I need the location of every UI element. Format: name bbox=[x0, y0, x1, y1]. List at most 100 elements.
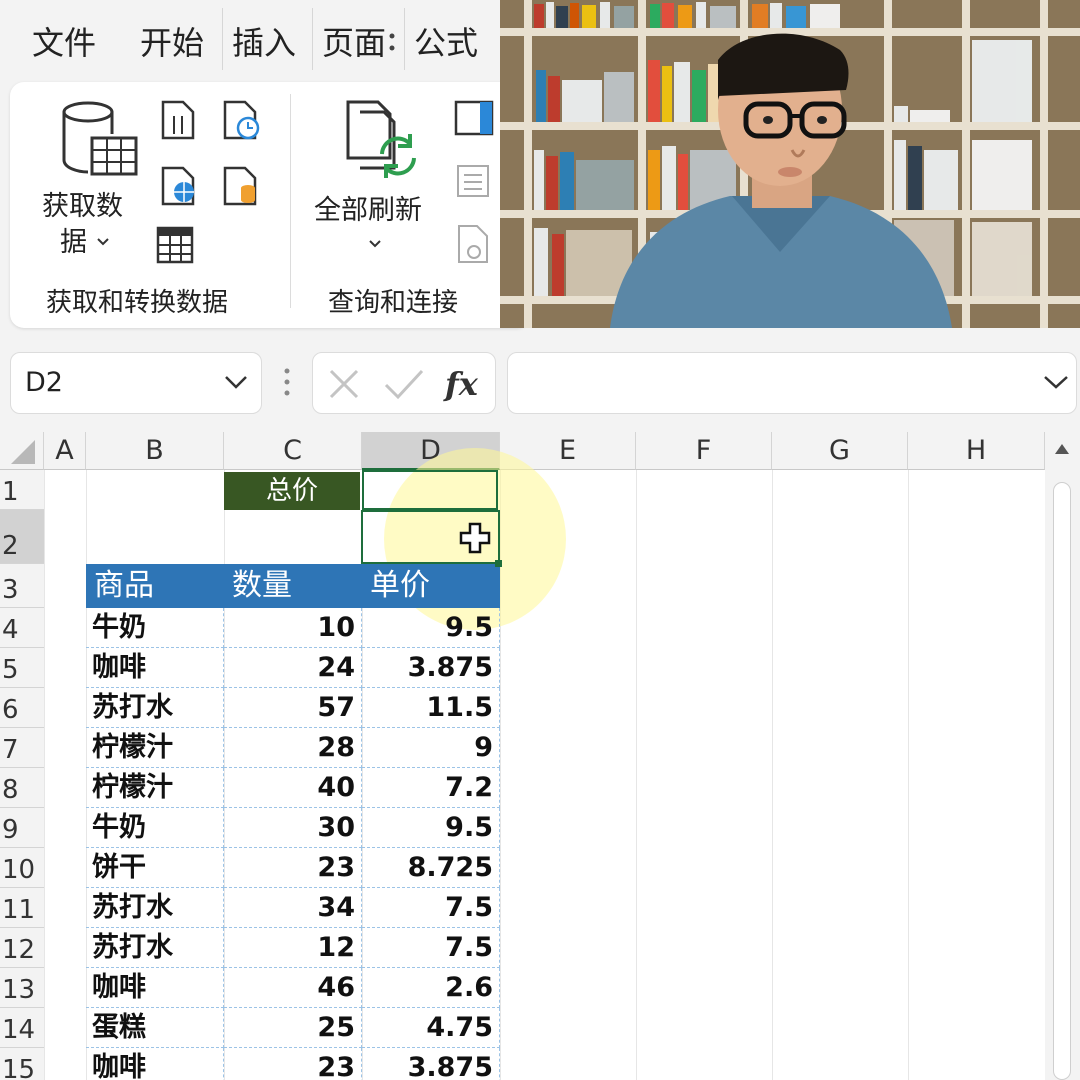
formula-input[interactable] bbox=[507, 352, 1077, 414]
edit-links-icon bbox=[456, 224, 492, 268]
table-cell[interactable]: 苏打水 bbox=[86, 928, 224, 968]
column-header-h[interactable]: H bbox=[908, 432, 1045, 470]
tab-home[interactable]: 开始 bbox=[140, 18, 204, 64]
scroll-up-icon[interactable] bbox=[1051, 438, 1073, 464]
table-cell[interactable]: 57 bbox=[224, 688, 362, 728]
chevron-down-icon[interactable] bbox=[223, 371, 249, 397]
row-header-12[interactable]: 12 bbox=[0, 928, 44, 968]
table-cell[interactable]: 3.875 bbox=[362, 1048, 500, 1080]
row-header-2[interactable]: 2 bbox=[0, 510, 44, 564]
chevron-down-icon[interactable] bbox=[96, 232, 110, 251]
table-cell[interactable]: 9 bbox=[362, 728, 500, 768]
row-header-3[interactable]: 3 bbox=[0, 564, 44, 608]
column-header-a[interactable]: A bbox=[44, 432, 86, 470]
column-header-g[interactable]: G bbox=[772, 432, 908, 470]
table-cell[interactable]: 30 bbox=[224, 808, 362, 848]
table-cell[interactable]: 28 bbox=[224, 728, 362, 768]
table-cell[interactable]: 蛋糕 bbox=[86, 1008, 224, 1048]
group-get-transform-label: 获取和转换数据 bbox=[46, 288, 229, 318]
table-cell[interactable]: 9.5 bbox=[362, 608, 500, 648]
queries-pane-icon[interactable] bbox=[454, 100, 494, 140]
row-header-1[interactable]: 1 bbox=[0, 470, 44, 510]
table-cell[interactable]: 7.2 bbox=[362, 768, 500, 808]
table-cell[interactable]: 饼干 bbox=[86, 848, 224, 888]
name-box[interactable]: D2 bbox=[10, 352, 262, 414]
tab-page-layout[interactable]: 页面 bbox=[322, 18, 396, 64]
chevron-down-icon[interactable] bbox=[1042, 371, 1070, 397]
tab-divider bbox=[222, 8, 223, 70]
row-header-4[interactable]: 4 bbox=[0, 608, 44, 648]
column-header-c[interactable]: C bbox=[224, 432, 362, 470]
table-cell[interactable]: 4.75 bbox=[362, 1008, 500, 1048]
vertical-scrollbar[interactable] bbox=[1045, 432, 1080, 1080]
table-cell[interactable]: 柠檬汁 bbox=[86, 768, 224, 808]
table-cell[interactable]: 40 bbox=[224, 768, 362, 808]
table-cell[interactable]: 苏打水 bbox=[86, 688, 224, 728]
table-cell[interactable]: 34 bbox=[224, 888, 362, 928]
scrollbar-thumb[interactable] bbox=[1053, 482, 1071, 1080]
table-cell[interactable]: 12 bbox=[224, 928, 362, 968]
spreadsheet-grid[interactable]: A B C D E F G H 1 2 3 4 5 6 7 8 9 10 11 … bbox=[0, 432, 1045, 1080]
table-cell[interactable]: 7.5 bbox=[362, 888, 500, 928]
tab-divider bbox=[312, 8, 313, 70]
tab-insert[interactable]: 插入 bbox=[232, 18, 296, 64]
table-cell[interactable]: 8.725 bbox=[362, 848, 500, 888]
table-header-unit-price[interactable]: 单价 bbox=[362, 564, 500, 608]
get-data-button[interactable] bbox=[58, 98, 144, 186]
table-cell[interactable]: 11.5 bbox=[362, 688, 500, 728]
cancel-icon[interactable] bbox=[327, 367, 361, 405]
from-text-csv-icon[interactable] bbox=[160, 100, 196, 144]
chevron-down-icon[interactable] bbox=[368, 234, 382, 253]
column-header-b[interactable]: B bbox=[86, 432, 224, 470]
gridline bbox=[772, 470, 773, 1080]
from-table-icon[interactable] bbox=[156, 226, 196, 270]
table-cell[interactable]: 苏打水 bbox=[86, 888, 224, 928]
existing-connections-icon[interactable] bbox=[222, 166, 262, 210]
tab-overflow-icon bbox=[388, 32, 396, 58]
tab-formulas[interactable]: 公式 bbox=[414, 18, 478, 64]
mouse-cursor-icon bbox=[459, 522, 491, 558]
row-header-10[interactable]: 10 bbox=[0, 848, 44, 888]
enter-icon[interactable] bbox=[383, 367, 425, 405]
table-cell[interactable]: 咖啡 bbox=[86, 1048, 224, 1080]
row-header-14[interactable]: 14 bbox=[0, 1008, 44, 1048]
refresh-all-button[interactable] bbox=[342, 98, 422, 186]
table-cell[interactable]: 23 bbox=[224, 848, 362, 888]
table-cell[interactable]: 25 bbox=[224, 1008, 362, 1048]
svg-text:fx: fx bbox=[443, 365, 479, 403]
recent-sources-icon[interactable] bbox=[222, 100, 262, 144]
table-header-quantity[interactable]: 数量 bbox=[224, 564, 362, 608]
row-header-9[interactable]: 9 bbox=[0, 808, 44, 848]
row-header-13[interactable]: 13 bbox=[0, 968, 44, 1008]
fill-handle[interactable] bbox=[495, 560, 502, 567]
cell-c1-total-label[interactable]: 总价 bbox=[224, 472, 360, 510]
row-header-11[interactable]: 11 bbox=[0, 888, 44, 928]
table-cell[interactable]: 10 bbox=[224, 608, 362, 648]
group-divider bbox=[290, 94, 291, 308]
select-all-corner[interactable] bbox=[0, 432, 44, 470]
table-cell[interactable]: 24 bbox=[224, 648, 362, 688]
drag-handle-icon[interactable] bbox=[282, 366, 292, 402]
cell-d1[interactable] bbox=[362, 470, 498, 510]
column-header-f[interactable]: F bbox=[636, 432, 772, 470]
row-header-8[interactable]: 8 bbox=[0, 768, 44, 808]
table-cell[interactable]: 46 bbox=[224, 968, 362, 1008]
table-cell[interactable]: 9.5 bbox=[362, 808, 500, 848]
table-cell[interactable]: 3.875 bbox=[362, 648, 500, 688]
row-header-15[interactable]: 15 bbox=[0, 1048, 44, 1080]
row-header-7[interactable]: 7 bbox=[0, 728, 44, 768]
table-cell[interactable]: 23 bbox=[224, 1048, 362, 1080]
tab-file[interactable]: 文件 bbox=[32, 18, 96, 64]
table-cell[interactable]: 柠檬汁 bbox=[86, 728, 224, 768]
row-header-6[interactable]: 6 bbox=[0, 688, 44, 728]
table-header-product[interactable]: 商品 bbox=[86, 564, 224, 608]
from-web-icon[interactable] bbox=[160, 166, 196, 210]
insert-function-icon[interactable]: fx bbox=[443, 363, 485, 407]
table-cell[interactable]: 牛奶 bbox=[86, 608, 224, 648]
row-header-5[interactable]: 5 bbox=[0, 648, 44, 688]
table-cell[interactable]: 咖啡 bbox=[86, 968, 224, 1008]
table-cell[interactable]: 咖啡 bbox=[86, 648, 224, 688]
table-cell[interactable]: 2.6 bbox=[362, 968, 500, 1008]
table-cell[interactable]: 7.5 bbox=[362, 928, 500, 968]
table-cell[interactable]: 牛奶 bbox=[86, 808, 224, 848]
